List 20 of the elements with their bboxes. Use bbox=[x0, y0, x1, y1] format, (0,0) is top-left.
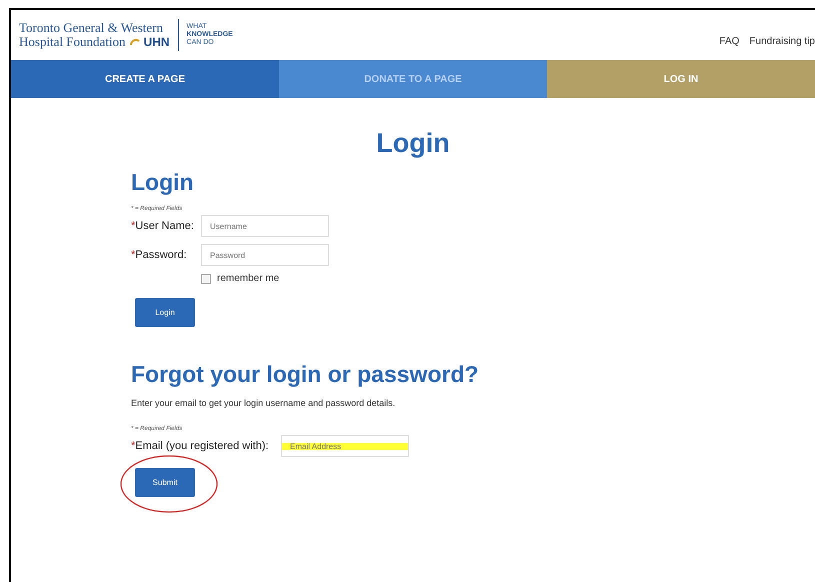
checkbox-label: remember me bbox=[217, 273, 280, 284]
field-label: *Email (you registered with): bbox=[131, 440, 270, 452]
login-button[interactable]: Login bbox=[135, 298, 195, 327]
header-link[interactable]: Fundraising tip bbox=[749, 36, 815, 46]
header-link[interactable]: FAQ bbox=[719, 36, 740, 46]
field-label: *User Name: bbox=[131, 220, 195, 232]
email-field[interactable]: Email Address bbox=[281, 435, 409, 457]
section-heading: Login bbox=[131, 169, 195, 196]
page-title: Login bbox=[375, 128, 451, 159]
nav-tab[interactable]: CREATE A PAGE bbox=[11, 60, 279, 98]
field-label: *Password: bbox=[131, 249, 188, 261]
foundation-name: Toronto General & Western Hospital Foundation UHN bbox=[19, 21, 170, 49]
instructions: Enter your email to get your login username and password details. bbox=[131, 398, 396, 408]
input-field[interactable]: Username bbox=[201, 215, 329, 237]
arc-icon bbox=[130, 38, 140, 46]
submit-button[interactable]: Submit bbox=[135, 468, 195, 497]
uhn-logo: UHN bbox=[144, 35, 170, 49]
section-heading: Forgot your login or password? bbox=[131, 361, 480, 388]
checkbox[interactable] bbox=[201, 274, 211, 284]
input-field[interactable]: Password bbox=[201, 244, 329, 266]
